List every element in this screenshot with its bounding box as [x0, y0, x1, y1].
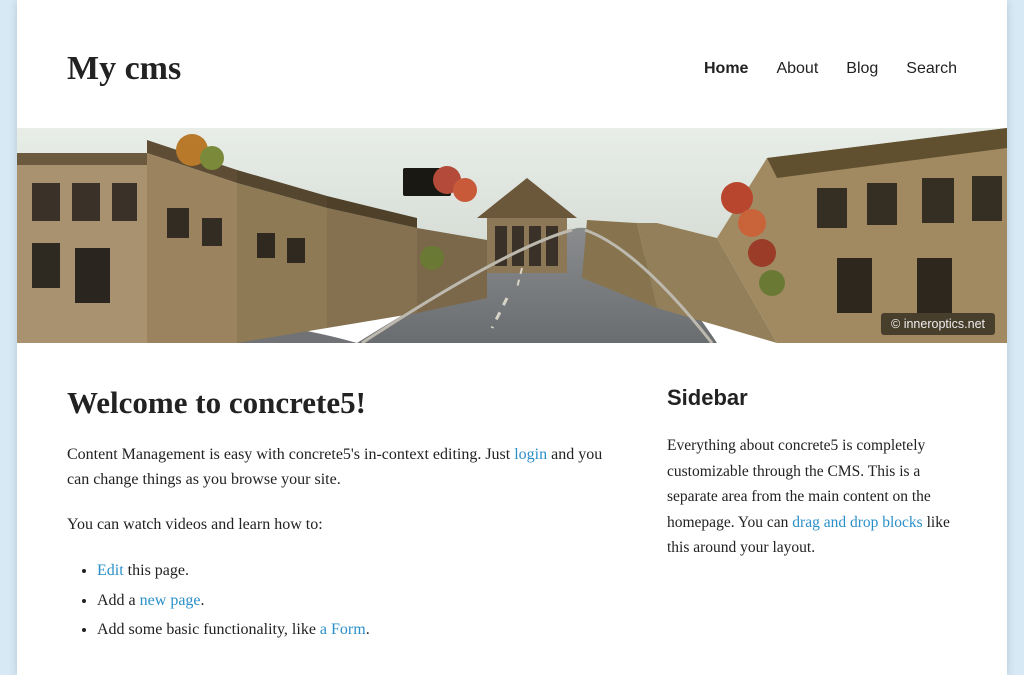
nav-blog[interactable]: Blog: [846, 60, 878, 78]
hero-image: © inneroptics.net: [17, 128, 1007, 343]
drag-drop-link[interactable]: drag and drop blocks: [792, 514, 922, 531]
login-link[interactable]: login: [514, 446, 547, 463]
main-content: Welcome to concrete5! Content Management…: [67, 385, 607, 645]
site-title[interactable]: My cms: [67, 50, 181, 88]
list-text: .: [366, 621, 370, 638]
sidebar: Sidebar Everything about concrete5 is co…: [667, 385, 957, 645]
form-link[interactable]: a Form: [320, 621, 366, 638]
list-text: this page.: [124, 562, 189, 579]
new-page-link[interactable]: new page: [140, 592, 201, 609]
nav-about[interactable]: About: [776, 60, 818, 78]
intro-paragraph: Content Management is easy with concrete…: [67, 443, 607, 493]
list-item: Edit this page.: [97, 557, 607, 584]
page-heading: Welcome to concrete5!: [67, 385, 607, 421]
sidebar-text: Everything about concrete5 is completely…: [667, 433, 957, 561]
image-credit: © inneroptics.net: [881, 313, 995, 335]
edit-link[interactable]: Edit: [97, 562, 124, 579]
intro-text-a: Content Management is easy with concrete…: [67, 446, 514, 463]
list-text: .: [201, 592, 205, 609]
list-text: Add some basic functionality, like: [97, 621, 320, 638]
nav-home[interactable]: Home: [704, 60, 748, 78]
list-text: Add a: [97, 592, 140, 609]
list-item: Add a new page.: [97, 587, 607, 614]
nav-search[interactable]: Search: [906, 60, 957, 78]
howto-list: Edit this page. Add a new page. Add some…: [67, 557, 607, 643]
list-item: Add some basic functionality, like a For…: [97, 616, 607, 643]
howto-paragraph: You can watch videos and learn how to:: [67, 513, 607, 538]
main-nav: Home About Blog Search: [704, 60, 957, 78]
sidebar-heading: Sidebar: [667, 385, 957, 411]
